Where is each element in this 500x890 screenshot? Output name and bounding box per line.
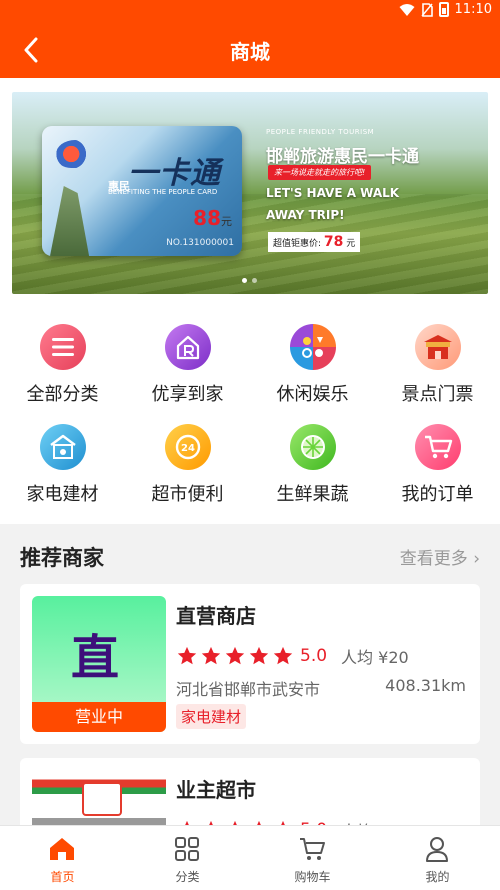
banner-en-line1: LET'S HAVE A WALK [266, 186, 400, 200]
status-time: 11:10 [454, 2, 492, 17]
open-status-badge: 营业中 [32, 702, 166, 732]
recommend-title: 推荐商家 [20, 546, 104, 570]
rating-stars: 5.0 人均 ¥20 [176, 644, 409, 668]
no-sim-icon [420, 2, 433, 17]
appliance-icon [40, 424, 86, 470]
category-label: 优享到家 [151, 384, 224, 405]
category-appliances[interactable]: 家电建材 [0, 406, 125, 506]
card-price-value: 88 [193, 206, 221, 230]
user-icon [422, 834, 452, 864]
menu-icon [40, 324, 86, 370]
promo-banner[interactable]: 一卡通 惠民 BENEFITING THE PEOPLE CARD 88元 NO… [12, 92, 488, 294]
gate-icon [415, 324, 461, 370]
nav-label: 购物车 [294, 870, 331, 884]
rating-score: 5.0 [300, 646, 328, 666]
category-my-orders[interactable]: 我的订单 [375, 406, 500, 506]
banner-price: 超值钜惠价: 78 元 [268, 232, 361, 252]
svg-text:24: 24 [181, 443, 195, 454]
banner-section: 一卡通 惠民 BENEFITING THE PEOPLE CARD 88元 NO… [0, 78, 500, 306]
category-label: 休闲娱乐 [276, 384, 349, 405]
category-label: 超市便利 [151, 484, 224, 505]
category-supermarket[interactable]: 24 超市便利 [125, 406, 250, 506]
nav-home[interactable]: 首页 [0, 826, 125, 890]
shop-category-tag: 家电建材 [176, 704, 247, 729]
store-logo-icon [82, 782, 122, 816]
nav-cart[interactable]: 购物车 [250, 826, 375, 890]
leisure-icon [290, 324, 336, 370]
nav-profile[interactable]: 我的 [375, 826, 500, 890]
category-tickets[interactable]: 景点门票 [375, 306, 500, 406]
card-price: 88元 [193, 206, 232, 230]
shop-address: 河北省邯郸市武安市 [176, 680, 321, 699]
avg-price: 人均 ¥20 [341, 648, 409, 667]
cart-icon [297, 834, 327, 864]
banner-title: 邯郸旅游惠民一卡通 [266, 147, 419, 167]
star-icon [225, 646, 245, 665]
banner-price-label: 超值钜惠价: [273, 239, 322, 249]
carousel-dots [242, 278, 257, 283]
category-label: 景点门票 [401, 384, 474, 405]
category-grid: 全部分类 优享到家 休闲娱乐 景点门票 家电建材 24 超市便利 生鲜果蔬 我的… [0, 306, 500, 524]
category-leisure[interactable]: 休闲娱乐 [250, 306, 375, 406]
home-icon [47, 834, 77, 864]
fruit-icon [290, 424, 336, 470]
card-big-text: 一卡通 [128, 156, 221, 191]
card-number: NO.131000001 [166, 238, 234, 248]
banner-tag: PEOPLE FRIENDLY TOURISM [266, 128, 375, 136]
clock24-icon: 24 [165, 424, 211, 470]
star-icon [201, 646, 221, 665]
battery-icon [438, 2, 449, 17]
carousel-dot[interactable] [252, 278, 257, 283]
bottom-nav: 首页 分类 购物车 我的 [0, 825, 500, 890]
category-label: 生鲜果蔬 [276, 484, 349, 505]
see-more-link[interactable]: 查看更多 › [400, 544, 480, 569]
recommend-section: 推荐商家 查看更多 › 直 营 营业中 直营商店 5.0 人均 ¥20 河北省邯… [0, 532, 500, 838]
header: 商城 [0, 22, 500, 78]
tourism-logo-icon [56, 140, 94, 168]
banner-en-line2: AWAY TRIP! [266, 208, 345, 222]
nav-category[interactable]: 分类 [125, 826, 250, 890]
category-home-delivery[interactable]: 优享到家 [125, 306, 250, 406]
star-icon [249, 646, 269, 665]
cart-icon [415, 424, 461, 470]
shop-name: 直营商店 [176, 604, 256, 628]
category-label: 家电建材 [26, 484, 99, 505]
page-title: 商城 [230, 40, 270, 64]
shop-name: 业主超市 [176, 778, 256, 802]
home-r-icon [165, 324, 211, 370]
category-label: 我的订单 [401, 484, 474, 505]
category-label: 全部分类 [26, 384, 99, 405]
category-all[interactable]: 全部分类 [0, 306, 125, 406]
tower-graphic [50, 186, 90, 256]
carousel-dot[interactable] [242, 278, 247, 283]
category-fresh[interactable]: 生鲜果蔬 [250, 406, 375, 506]
nav-label: 分类 [175, 870, 200, 884]
banner-price-unit: 元 [346, 239, 356, 249]
shop-card[interactable]: 直 营 营业中 直营商店 5.0 人均 ¥20 河北省邯郸市武安市 408.31… [20, 584, 480, 744]
banner-slogan: 来一场说走就走的旅行吧! [268, 165, 372, 180]
shop-thumbnail: 直 营 营业中 [32, 596, 166, 732]
star-icon [177, 646, 197, 665]
card-subtitle: BENEFITING THE PEOPLE CARD [108, 188, 218, 196]
shop-distance: 408.31km [385, 676, 466, 695]
status-bar: 11:10 [0, 0, 500, 22]
banner-card-image: 一卡通 惠民 BENEFITING THE PEOPLE CARD 88元 NO… [42, 126, 242, 256]
star-icon [273, 646, 293, 665]
card-price-unit: 元 [221, 215, 232, 228]
top-bar: 11:10 商城 [0, 0, 500, 78]
nav-label: 首页 [50, 870, 75, 884]
nav-label: 我的 [425, 870, 450, 884]
banner-price-value: 78 [323, 234, 344, 250]
grid-icon [172, 834, 202, 864]
wifi-icon [399, 3, 415, 16]
